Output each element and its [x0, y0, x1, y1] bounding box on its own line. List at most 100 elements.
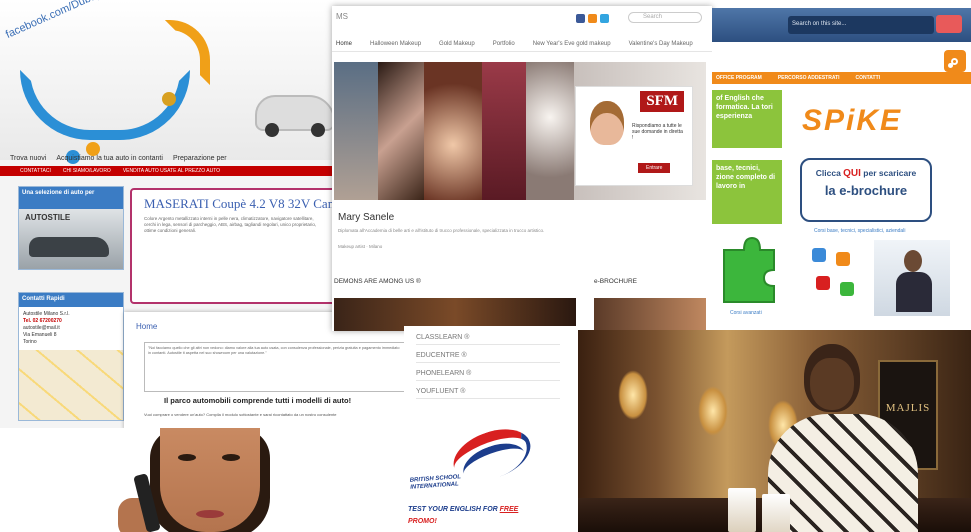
nav-item[interactable]: Gold Makeup: [439, 41, 475, 47]
website-collage: facebook.com/DubaySBlog Trova nuovi Acqu…: [0, 0, 971, 532]
lamp-icon: [618, 370, 648, 420]
fleet-heading: Il parco automobili comprende tutti i mo…: [164, 396, 352, 405]
list-item[interactable]: PHONELEARN ®: [416, 370, 560, 381]
post-title[interactable]: Mary Sanele: [338, 212, 394, 223]
contacts-list: Autostile Milano S.r.l. Tel. 02 67200270…: [19, 307, 123, 350]
logo-dot: [162, 92, 176, 106]
eye: [178, 454, 196, 461]
slide-photo: [334, 62, 378, 200]
quick-contacts-box: Contatti Rapidi Autostile Milano S.r.l. …: [18, 292, 124, 421]
slide-photo: [378, 62, 424, 200]
blog-nav: Home Halloween Makeup Gold Makeup Portfo…: [332, 36, 712, 52]
contact-line: Tel. 02 67200270: [23, 318, 62, 324]
twitter-icon[interactable]: [600, 14, 609, 23]
submenu-item[interactable]: CHI SIAMO/LAVORO: [63, 168, 111, 174]
contact-line: Via Emanueli 8: [23, 332, 57, 338]
home-link[interactable]: Home: [136, 322, 157, 331]
lamp-icon: [698, 386, 728, 436]
section-heading: e-BROCHURE: [594, 278, 637, 285]
search-input[interactable]: Search on this site...: [788, 16, 934, 34]
sidebar-title: Una selezione di auto per: [19, 187, 123, 209]
facebook-icon[interactable]: [576, 14, 585, 23]
intro-quote: "Noi facciamo quello che gli altri non v…: [144, 342, 406, 392]
section-image: [594, 298, 706, 331]
nav-item[interactable]: Portfolio: [493, 41, 515, 47]
puzzle-piece-icon: [840, 282, 854, 296]
nav-item[interactable]: Halloween Makeup: [370, 41, 421, 47]
submenu-item[interactable]: VENDITA AUTO USATE AL PREZZO AUTO: [123, 168, 220, 174]
cafe-photo: MAJLIS: [578, 330, 971, 532]
ebrochure-line-1: Clicca QUI per scaricare: [815, 168, 917, 179]
puzzle-piece-icon: [812, 248, 826, 262]
contact-line: Autostile Milano S.r.l.: [23, 311, 70, 317]
slide-photo: [526, 62, 574, 200]
makeup-artist-blog-screenshot: MS Search Home Halloween Makeup Gold Mak…: [332, 6, 712, 331]
rss-icon[interactable]: [588, 14, 597, 23]
featured-car-description: Colore Argento metallizzato interni in p…: [144, 216, 317, 233]
product-links-list: CLASSLEARN ® EDUCENTRE ® PHONELEARN ® YO…: [404, 326, 580, 426]
car-photo: [29, 237, 109, 257]
british-school-ad[interactable]: BRITISH SCHOOL INTERNATIONAL TEST YOUR E…: [404, 426, 578, 532]
menu-item[interactable]: OFFICE PROGRAM: [716, 75, 762, 81]
ad-text: Rispondiamo a tutte le sue domande in di…: [632, 123, 683, 141]
nav-item[interactable]: Valentine's Day Makeup: [629, 41, 693, 47]
facebook-link[interactable]: facebook.com/DubaySBlog: [4, 0, 130, 41]
post-subtext: Makeup artist · Milano: [338, 244, 383, 249]
school-name: BRITISH SCHOOL INTERNATIONAL: [409, 474, 462, 491]
menu-item[interactable]: CONTATTI: [856, 75, 881, 81]
puzzle-piece-icon: [816, 276, 830, 290]
menu-item[interactable]: Preparazione per: [173, 155, 227, 162]
main-menu: Trova nuovi Acquistiamo la tua auto in c…: [0, 150, 340, 166]
slide-photo: [482, 62, 526, 200]
puzzle-piece-icon: [718, 230, 780, 310]
barista-uniform: [768, 414, 918, 532]
location-map[interactable]: [19, 350, 123, 420]
section-heading: DEMONS ARE AMONG US ®: [334, 278, 421, 285]
barista-face: [810, 358, 854, 410]
featured-car-box: MASERATI Coupè 4.2 V8 32V Camb Colore Ar…: [130, 188, 340, 304]
test-english-cta[interactable]: TEST YOUR ENGLISH FOR FREE: [408, 506, 518, 513]
menu-item[interactable]: Trova nuovi: [10, 155, 46, 162]
contact-line[interactable]: autostile@mail.it: [23, 325, 119, 332]
sports-car-image: [255, 95, 335, 137]
advanced-courses-label[interactable]: Corsi avanzati: [730, 310, 762, 316]
slide-photo: [424, 62, 482, 200]
showroom-photo[interactable]: AUTOSTILE: [19, 209, 123, 269]
search-input[interactable]: Search: [628, 12, 702, 23]
list-item[interactable]: EDUCENTRE ®: [416, 352, 560, 363]
e-brochure-download-button[interactable]: Clicca QUI per scaricare la e-brochure: [800, 158, 932, 222]
portfolio-slider[interactable]: SFM Rispondiamo a tutte le sue domande i…: [334, 62, 706, 200]
drink-cup: [762, 494, 790, 532]
spike-english-site-screenshot: Search on this site... OFFICE PROGRAM PE…: [712, 8, 971, 330]
post-text: Diplomata all'Accademia di belle arti e …: [338, 228, 545, 233]
social-icons: [576, 14, 609, 23]
showroom-label: AUTOSTILE: [25, 213, 71, 222]
ad-operator-photo: [590, 101, 624, 145]
menu-item[interactable]: Acquistiamo la tua auto in contanti: [56, 155, 163, 162]
spike-logo[interactable]: SPiKE: [802, 104, 902, 138]
menu-item[interactable]: PERCORSO ADDESTRATI: [778, 75, 840, 81]
car-selection-box: Una selezione di auto per AUTOSTILE: [18, 186, 124, 270]
sfm-advertisement[interactable]: SFM Rispondiamo a tutte le sue domande i…: [575, 86, 693, 186]
submenu-item[interactable]: CONTATTACI: [20, 168, 51, 174]
drink-cup: [728, 488, 756, 532]
list-item[interactable]: YOUFLUENT ®: [416, 388, 560, 399]
lips: [196, 510, 224, 518]
rss-icon[interactable]: [944, 50, 966, 72]
ebrochure-line-2: la e-brochure: [824, 183, 908, 198]
ad-enter-button[interactable]: Entrare: [638, 163, 671, 173]
blog-logo[interactable]: MS: [336, 12, 348, 21]
site-header: facebook.com/DubaySBlog: [0, 0, 340, 164]
eye: [222, 454, 240, 461]
office-woman-photo: [874, 240, 950, 316]
courses-tagline: Corsi base, tecnici, specialistici, azie…: [814, 228, 906, 234]
search-button[interactable]: [936, 15, 962, 33]
featured-car-title[interactable]: MASERATI Coupè 4.2 V8 32V Camb: [144, 196, 340, 212]
nav-item-home[interactable]: Home: [336, 41, 352, 47]
logo-arc-graphic-2: [165, 20, 210, 85]
list-item[interactable]: CLASSLEARN ®: [416, 334, 560, 345]
nav-item[interactable]: New Year's Eve gold makeup: [533, 41, 611, 47]
spike-menu: OFFICE PROGRAM PERCORSO ADDESTRATI CONTA…: [712, 72, 971, 84]
fleet-text: Vuoi comprare o vendere un'auto? Compila…: [144, 412, 337, 417]
sub-menu: CONTATTACI CHI SIAMO/LAVORO VENDITA AUTO…: [0, 166, 340, 176]
